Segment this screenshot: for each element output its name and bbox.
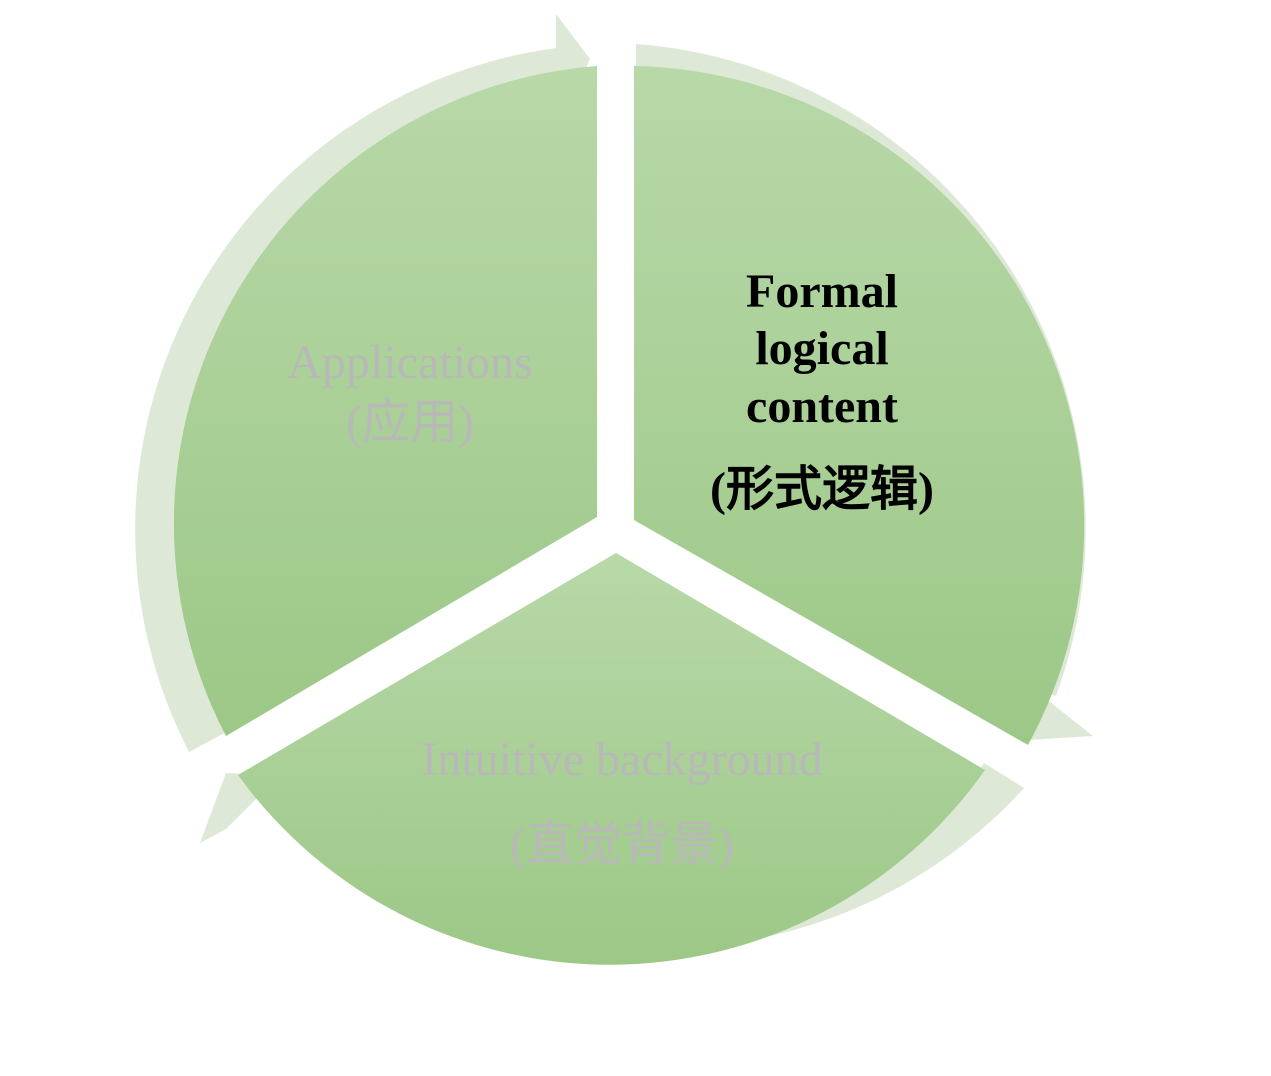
applications-line-1: Applications [287, 336, 532, 389]
intuitive-line-1: Intuitive background [421, 733, 822, 786]
applications-sub: (应用) [346, 396, 474, 449]
formal-line-3: content [746, 380, 898, 433]
formal-line-1: Formal [746, 265, 898, 318]
formal-sub: (形式逻辑) [710, 463, 934, 516]
intuitive-sub: (直觉背景) [510, 818, 734, 871]
cycle-diagram: Formal logical content (形式逻辑) Intuitive … [135, 14, 1093, 965]
formal-line-2: logical [755, 322, 888, 375]
